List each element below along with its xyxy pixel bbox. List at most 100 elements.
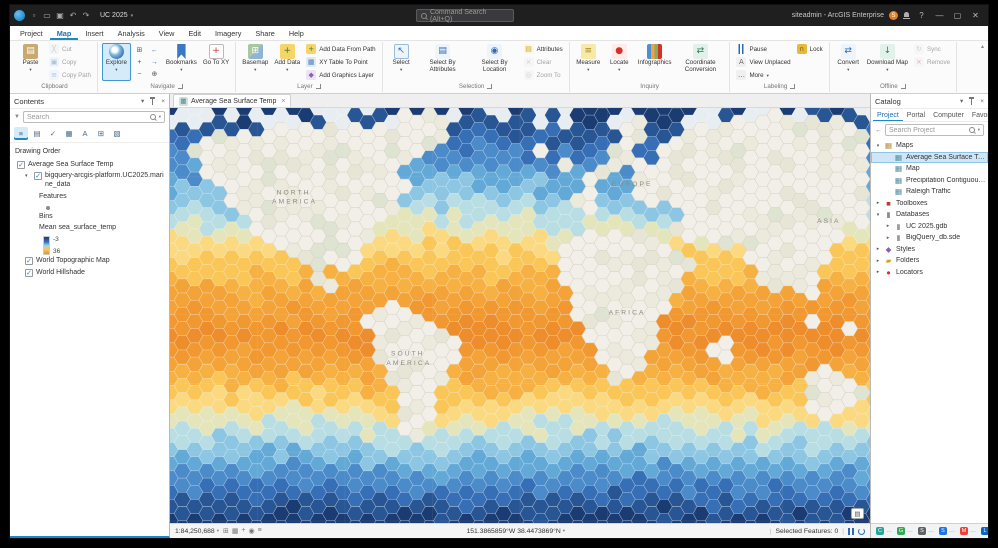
expand-arrow-icon[interactable]: ▸ [875, 246, 881, 252]
list-by-editing-icon[interactable]: ▦ [62, 127, 76, 140]
visibility-checkbox[interactable]: ✓ [25, 257, 33, 265]
tab-view[interactable]: View [152, 26, 182, 40]
visibility-checkbox[interactable]: ✓ [17, 161, 25, 169]
list-by-data-source-icon[interactable]: ▤ [30, 127, 44, 140]
account-badge[interactable]: S [889, 11, 898, 20]
redo-icon[interactable]: ↷ [80, 10, 92, 22]
save-project-icon[interactable]: ▣ [54, 10, 66, 22]
contents-map-item[interactable]: ✓ Average Sea Surface Temp [12, 159, 167, 171]
panel-menu-icon[interactable]: ▾ [960, 97, 963, 105]
catalog-search-input[interactable]: Search Project ▾ [885, 124, 984, 136]
dialog-launcher-icon[interactable] [790, 84, 795, 89]
tab-edit[interactable]: Edit [181, 26, 208, 40]
expand-arrow-icon[interactable]: ▸ [885, 235, 891, 241]
background-tab[interactable]: C… [876, 527, 892, 535]
command-search[interactable]: Command Search (Alt+Q) [416, 9, 514, 22]
close-panel-icon[interactable]: × [980, 98, 984, 105]
more-button[interactable]: …More▾ [734, 69, 792, 81]
catalog-item-databases[interactable]: ▾▮Databases [871, 209, 988, 221]
locate-button[interactable]: ●Locate▾ [605, 43, 634, 81]
open-project-icon[interactable]: ▭ [41, 10, 53, 22]
auto-hide-pin-icon[interactable] [149, 97, 156, 106]
minimize-button[interactable]: — [933, 11, 946, 20]
layer-visibility-icon[interactable]: ▦ [232, 527, 239, 535]
remove-button[interactable]: ×Remove [912, 56, 952, 68]
select-by-attributes-button[interactable]: ▤Select By Attributes [418, 43, 468, 81]
close-panel-icon[interactable]: × [161, 98, 165, 105]
add-graphics-layer-button[interactable]: ◆Add Graphics Layer [304, 69, 377, 81]
next-extent-button[interactable]: → [148, 57, 161, 68]
dialog-launcher-icon[interactable] [178, 84, 183, 89]
full-extent-button[interactable]: ⊞ [133, 45, 146, 56]
tab-imagery[interactable]: Imagery [208, 26, 248, 40]
coordinates-display[interactable]: 151.3865859°W 38.4473869°N ▾ [466, 528, 565, 535]
map-view-tab[interactable]: ▦ Average Sea Surface Temp × [173, 94, 291, 107]
background-tab[interactable]: G… [897, 527, 913, 535]
tab-map[interactable]: Map [50, 26, 79, 40]
list-by-perspective-icon[interactable]: ▧ [110, 127, 124, 140]
contents-basemap-item[interactable]: ✓ World Topographic Map [12, 256, 167, 268]
expand-arrow-icon[interactable]: ▸ [875, 200, 881, 206]
new-project-icon[interactable]: ▫ [28, 10, 40, 22]
catalog-tab-favorites[interactable]: Favorites [968, 109, 988, 122]
catalog-item-precipitation-contiguous-usa[interactable]: ▦Precipitation Contiguous USA [871, 175, 988, 187]
scale-dropdown[interactable]: 1:84,250,688 ▾ [175, 528, 219, 535]
map-overlay-button[interactable]: ▤ [851, 508, 864, 519]
collapse-ribbon-icon[interactable]: ▴ [981, 43, 984, 50]
background-tab[interactable]: S… [918, 527, 934, 535]
tab-analysis[interactable]: Analysis [111, 26, 152, 40]
view-unplaced-button[interactable]: AView Unplaced [734, 56, 792, 68]
filter-funnel-icon[interactable]: ▼ [14, 114, 20, 120]
background-tab[interactable]: S… [939, 527, 955, 535]
bookmarks-button[interactable]: Bookmarks▾ [164, 43, 199, 81]
go-to-xy-button[interactable]: +Go To XY [201, 43, 231, 81]
account-name[interactable]: siteadmin - ArcGIS Enterprise [792, 12, 884, 19]
expand-arrow-icon[interactable]: ▸ [875, 269, 881, 275]
collapse-arrow-icon[interactable]: ▾ [25, 173, 31, 179]
paste-button[interactable]: ▤Paste▾ [16, 43, 45, 81]
undo-icon[interactable]: ↶ [67, 10, 79, 22]
contents-hillshade-item[interactable]: ✓ World Hillshade [12, 267, 167, 279]
panel-menu-icon[interactable]: ▾ [141, 97, 144, 105]
visibility-checkbox[interactable]: ✓ [25, 269, 33, 277]
contents-layer-item[interactable]: ▾ ✓ bigquery-arcgis-platform.UC2025.mari… [12, 171, 167, 192]
expand-arrow-icon[interactable]: ▾ [875, 143, 881, 149]
catalog-item-folders[interactable]: ▸▰Folders [871, 255, 988, 267]
zoom-to-button[interactable]: ◎Zoom To [522, 69, 565, 81]
help-icon[interactable]: ? [915, 11, 928, 20]
download-map-button[interactable]: ↓Download Map▾ [865, 43, 910, 81]
expand-arrow-icon[interactable]: ▸ [885, 223, 891, 229]
catalog-item-average-sea-surface-temp[interactable]: ▦Average Sea Surface Temp [871, 152, 988, 164]
add-data-button[interactable]: +Add Data▾ [272, 43, 302, 81]
snapping-icon[interactable]: + [241, 527, 245, 535]
catalog-item-bigquery-db-sde[interactable]: ▸▮BigQuery_db.sde [871, 232, 988, 244]
measure-button[interactable]: ≡Measure▾ [574, 43, 603, 81]
tab-insert[interactable]: Insert [78, 26, 110, 40]
tab-project[interactable]: Project [13, 26, 50, 40]
list-by-selection-icon[interactable]: ✓ [46, 127, 60, 140]
catalog-item-raleigh-traffic[interactable]: ▦Raleigh Traffic [871, 186, 988, 198]
list-by-labeling-icon[interactable]: A [78, 127, 92, 140]
auto-hide-pin-icon[interactable] [968, 97, 975, 106]
catalog-item-styles[interactable]: ▸◆Styles [871, 244, 988, 256]
tab-help[interactable]: Help [282, 26, 311, 40]
point-symbol-row[interactable] [12, 203, 167, 211]
map-canvas[interactable]: NORTHAMERICASOUTHAMERICAEUROPEAFRICAASIA… [170, 108, 870, 523]
copy-path-button[interactable]: ≡Copy Path [47, 69, 93, 81]
dialog-launcher-icon[interactable] [901, 84, 906, 89]
select-by-location-button[interactable]: ◉Select By Location [470, 43, 520, 81]
catalog-tab-portal[interactable]: Portal [903, 109, 929, 122]
close-tab-icon[interactable]: × [281, 98, 285, 105]
lock-button[interactable]: ∩Lock [795, 43, 825, 55]
spatial-reference-icon[interactable]: ⊞ [223, 527, 229, 535]
copy-button[interactable]: ▣Copy [47, 56, 93, 68]
dialog-launcher-icon[interactable] [316, 84, 321, 89]
contents-search-input[interactable]: Search ▾ [23, 111, 165, 123]
add-data-from-path-button[interactable]: +Add Data From Path [304, 43, 377, 55]
expand-arrow-icon[interactable]: ▾ [875, 212, 881, 218]
tab-share[interactable]: Share [248, 26, 281, 40]
attributes-button[interactable]: ▤Attributes [522, 43, 565, 55]
expand-arrow-icon[interactable]: ▸ [875, 258, 881, 264]
catalog-tab-project[interactable]: Project [873, 109, 903, 122]
select-button[interactable]: ↖Select▾ [387, 43, 416, 81]
